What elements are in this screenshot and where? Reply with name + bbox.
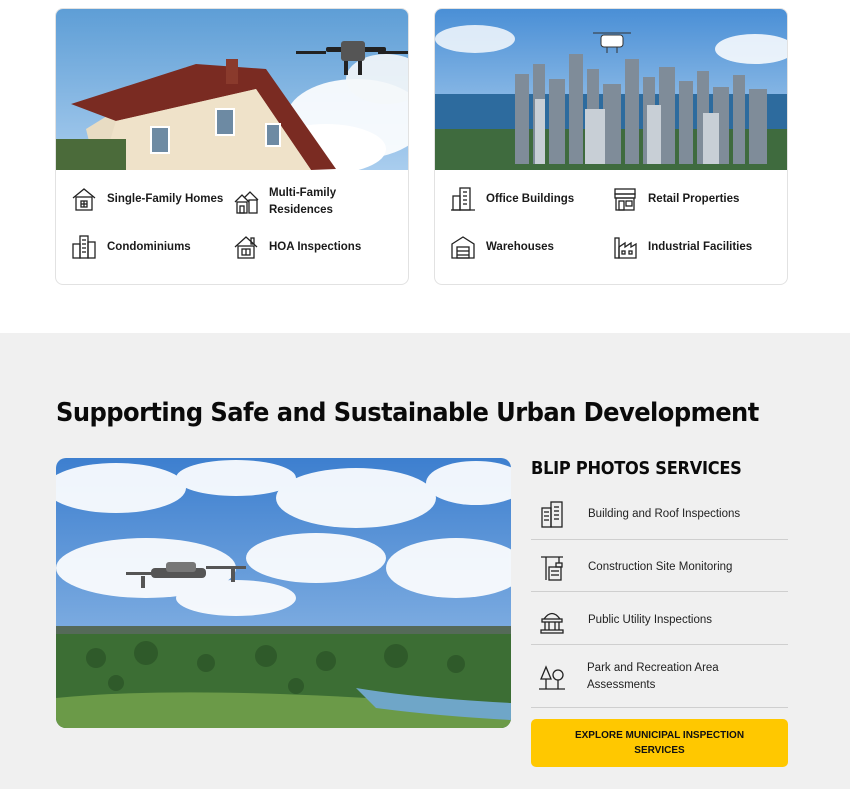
divider	[531, 644, 788, 645]
service-item: Construction Site Monitoring	[531, 552, 788, 582]
feature-label: Industrial Facilities	[648, 240, 753, 253]
service-label: Building and Roof Inspections	[588, 507, 741, 520]
feature-warehouses: Warehouses	[449, 233, 609, 261]
factory-icon	[611, 233, 639, 261]
service-label: Park and Recreation Area Assessments	[587, 662, 719, 691]
feature-retail: Retail Properties	[611, 185, 771, 213]
retail-store-icon	[611, 185, 639, 213]
feature-single-family: Single-Family Homes	[70, 185, 230, 213]
feature-condominiums: Condominiums	[70, 233, 230, 261]
service-label: Construction Site Monitoring	[588, 560, 733, 573]
divider	[531, 707, 788, 708]
feature-label: Warehouses	[486, 240, 554, 253]
commercial-card: Office Buildings Retail Properties Wareh…	[434, 8, 788, 285]
feature-label: Condominiums	[107, 240, 191, 253]
feature-multi-family: Multi-Family Residences	[232, 185, 392, 219]
explore-municipal-inspection-button[interactable]: EXPLORE MUNICIPAL INSPECTION SERVICES	[531, 719, 788, 767]
service-item: Park and Recreation Area Assessments	[531, 659, 788, 695]
house-icon	[70, 185, 98, 213]
utility-dome-icon	[537, 605, 567, 635]
service-item: Building and Roof Inspections	[531, 499, 788, 529]
commercial-drone-image	[435, 9, 787, 170]
condo-icon	[70, 233, 98, 261]
feature-office-buildings: Office Buildings	[449, 185, 609, 213]
service-label: Public Utility Inspections	[588, 613, 712, 626]
divider	[531, 591, 788, 592]
multi-family-icon	[232, 188, 260, 216]
residential-drone-image	[56, 9, 408, 170]
office-building-icon	[449, 185, 477, 213]
park-trees-icon	[537, 662, 567, 692]
hoa-house-icon	[232, 233, 260, 261]
feature-hoa: HOA Inspections	[232, 233, 392, 261]
feature-label: Office Buildings	[486, 192, 575, 205]
buildings-icon	[537, 499, 567, 529]
feature-label: Retail Properties	[648, 192, 740, 205]
warehouse-icon	[449, 233, 477, 261]
feature-industrial: Industrial Facilities	[611, 233, 771, 261]
feature-label: HOA Inspections	[269, 240, 362, 253]
park-drone-image	[56, 458, 511, 728]
service-item: Public Utility Inspections	[531, 605, 788, 635]
divider	[531, 539, 788, 540]
feature-label: Multi-Family Residences	[269, 187, 337, 216]
residential-card: Single-Family Homes Multi-Family Residen…	[55, 8, 409, 285]
services-title: BLIP PHOTOS SERVICES	[531, 458, 742, 479]
section-title: Supporting Safe and Sustainable Urban De…	[56, 398, 759, 428]
crane-icon	[537, 552, 567, 582]
feature-label: Single-Family Homes	[107, 192, 224, 205]
